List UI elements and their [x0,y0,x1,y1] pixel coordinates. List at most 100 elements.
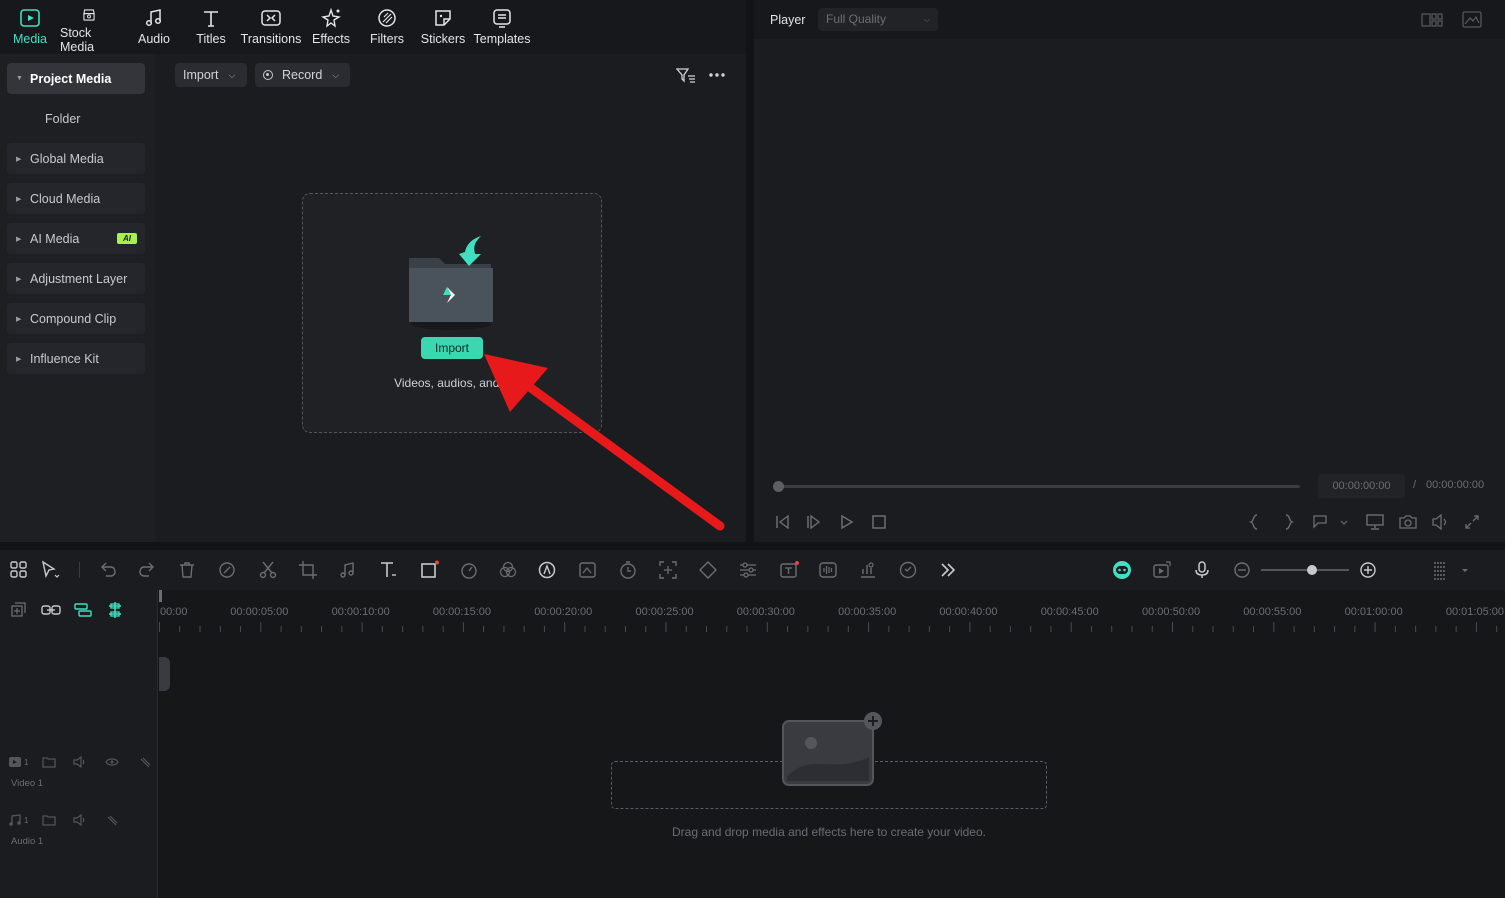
ruler-label: 00:01:05:00 [1445,606,1505,618]
shape-mask-icon[interactable] [420,560,440,580]
audio-edit-icon[interactable] [338,560,358,580]
display-settings-icon[interactable] [1366,514,1384,530]
scrubber-handle[interactable] [773,481,784,492]
sidebar-item-adjustment-layer[interactable]: ▶ Adjustment Layer [7,263,145,294]
crop-icon[interactable] [298,560,318,580]
tab-transitions[interactable]: Transitions [238,0,304,54]
snap-magnet-icon[interactable] [106,601,124,619]
image-preview-icon[interactable] [1462,11,1482,28]
sidebar-item-global-media[interactable]: ▶ Global Media [7,143,145,174]
snapshot-camera-icon[interactable] [1399,514,1417,530]
tab-templates[interactable]: Templates [470,0,534,54]
adjust-sliders-icon[interactable] [738,560,758,580]
ai-mate-icon[interactable] [1112,560,1132,580]
undo-icon[interactable] [98,560,118,580]
more-options-icon[interactable] [708,72,726,78]
render-preview-icon[interactable] [1152,560,1172,580]
microphone-icon[interactable] [1192,560,1212,580]
redo-icon[interactable] [137,560,157,580]
ai-cut-icon[interactable] [218,560,238,580]
eye-visibility-icon[interactable] [105,756,119,768]
track-layout-icon[interactable] [1430,560,1450,580]
timeline-collapse-handle[interactable] [159,657,170,691]
add-media-placeholder-icon[interactable] [781,711,885,787]
ruler-label: 00:00:15:00 [432,606,492,618]
previous-frame-icon[interactable] [774,514,790,530]
ruler-label: 00:00:10:00 [331,606,390,618]
ai-image-icon[interactable] [578,560,598,580]
delete-trash-icon[interactable] [177,560,197,580]
text-title-icon[interactable] [379,560,399,580]
current-time[interactable]: 00:00:00:00 [1318,474,1405,498]
mute-speaker-icon[interactable] [73,814,87,826]
layout-grid-icon[interactable] [9,560,29,580]
timer-icon[interactable] [618,560,638,580]
time-ruler[interactable]: 00:00 00:00:05:00 00:00:10:00 00:00:15:00 00… [159,590,1505,632]
ruler-label: 00:00:20:00 [534,606,593,618]
ruler-label: 00:00:40:00 [939,606,998,618]
folder-icon[interactable] [42,814,56,826]
tab-media[interactable]: Media [6,0,54,54]
sticker-effect-icon[interactable] [898,560,918,580]
video-track-label: Video 1 [11,778,44,789]
playhead[interactable] [159,590,162,602]
scissors-split-icon[interactable] [258,560,278,580]
tab-filters[interactable]: Filters [358,0,416,54]
tab-stickers[interactable]: Stickers [416,0,470,54]
auto-reframe-icon[interactable] [658,560,678,580]
zoom-out-icon[interactable] [1232,560,1252,580]
play-icon[interactable] [839,514,855,530]
tab-audio[interactable]: Audio [124,0,184,54]
sidebar-item-influence-kit[interactable]: ▶ Influence Kit [7,343,145,374]
link-icon[interactable] [41,602,61,618]
playback-scrubber[interactable] [773,481,1300,492]
ai-tools-icon[interactable] [538,560,558,580]
tab-effects[interactable]: Effects [304,0,358,54]
stop-icon[interactable] [871,514,887,530]
ruler-label: 00:00:35:00 [838,606,897,618]
sidebar-item-project-media[interactable]: ▼ Project Media [7,63,145,94]
caret-right-icon: ▶ [16,355,22,363]
zoom-slider-handle[interactable] [1307,565,1317,575]
lock-track-icon[interactable] [138,756,152,768]
volume-icon[interactable] [1431,514,1449,530]
chevron-down-icon: ⌵ [228,69,236,80]
select-cursor-icon[interactable] [40,560,60,580]
quality-dropdown[interactable]: Full Quality ⌵ [818,8,938,31]
marker-dropdown-icon[interactable] [1312,514,1348,530]
audio-waveform-icon[interactable] [818,560,838,580]
sidebar-item-label: Influence Kit [30,351,99,366]
next-frame-icon[interactable] [806,514,822,530]
video-track-number: 1 [24,758,29,767]
ruler-label: 00:01:00:00 [1344,606,1403,618]
mute-speaker-icon[interactable] [73,756,87,768]
record-dropdown[interactable]: Record ⌵ [255,63,350,87]
mark-out-icon[interactable] [1282,514,1294,530]
ai-text-icon[interactable] [779,560,799,580]
folder-icon[interactable] [42,756,56,768]
tab-titles[interactable]: Titles [184,0,238,54]
mark-in-icon[interactable] [1249,514,1261,530]
filter-sort-icon[interactable] [676,67,696,85]
lock-track-icon[interactable] [105,814,119,826]
sidebar-item-folder[interactable]: Folder [45,112,80,126]
chevron-down-icon[interactable] [1458,560,1478,580]
tab-stock-media[interactable]: Stock Media [54,0,124,54]
audio-stretch-icon[interactable] [858,560,878,580]
transition-icon [261,10,281,26]
grid-view-icon[interactable] [1421,12,1443,28]
add-track-icon[interactable] [10,602,26,618]
keyframe-icon[interactable] [698,560,718,580]
more-tools-chevron-icon[interactable] [938,560,958,580]
sidebar-item-cloud-media[interactable]: ▶ Cloud Media [7,183,145,214]
sidebar-item-compound-clip[interactable]: ▶ Compound Clip [7,303,145,334]
fullscreen-icon[interactable] [1464,514,1480,530]
speed-icon[interactable] [459,560,479,580]
zoom-slider[interactable] [1261,565,1349,575]
import-dropdown[interactable]: Import ⌵ [175,63,247,87]
timeline-canvas[interactable]: 00:00 00:00:05:00 00:00:10:00 00:00:15:00 00… [159,590,1505,898]
auto-ripple-icon[interactable] [74,602,92,618]
zoom-in-icon[interactable] [1358,560,1378,580]
sidebar-item-ai-media[interactable]: ▶ AI Media AI [7,223,145,254]
color-match-icon[interactable] [498,560,518,580]
